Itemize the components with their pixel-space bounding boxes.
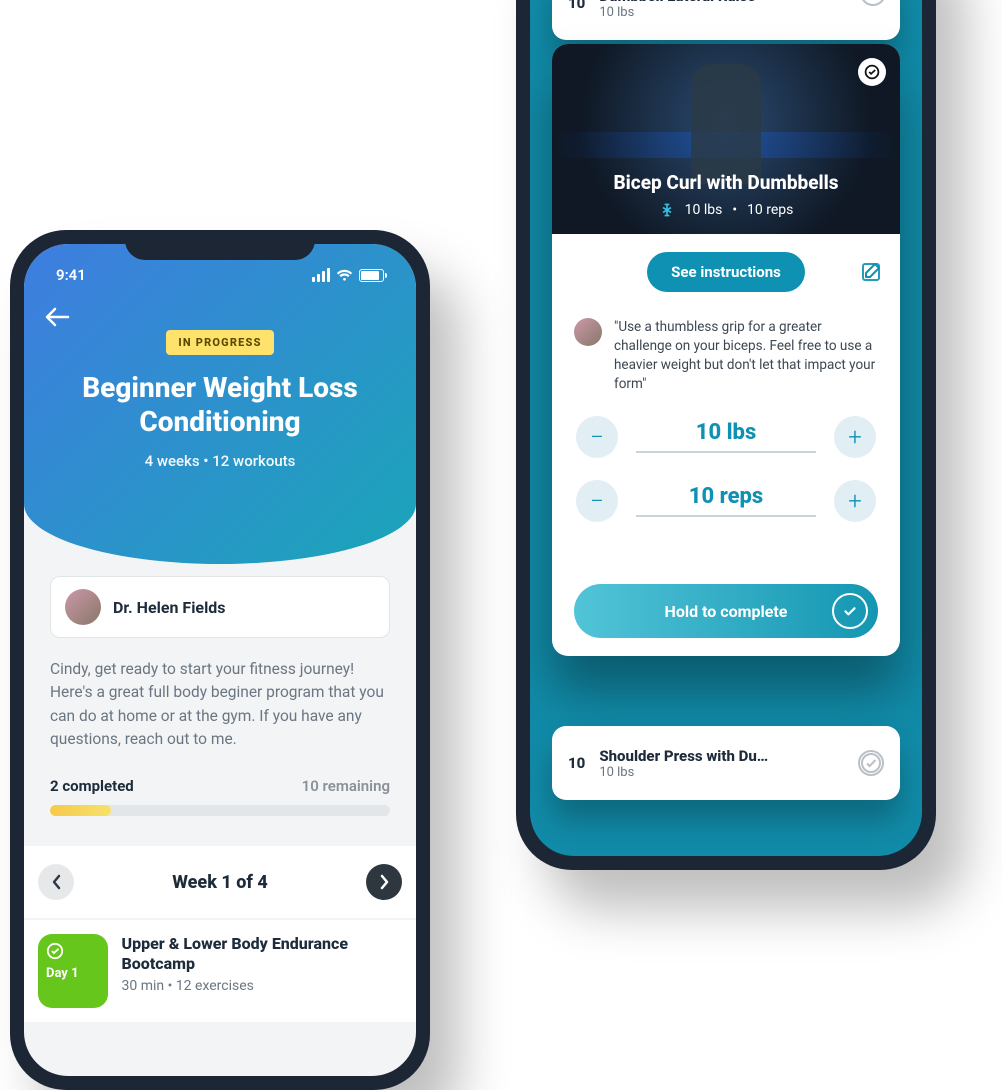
program-screen: 9:41 IN PROGRESS Beginner Weight Loss Co… [24, 244, 416, 1076]
progress-fill [50, 805, 111, 816]
wifi-icon [336, 269, 353, 282]
prev-sub: 10 lbs [599, 5, 755, 20]
weight-row: − 10 lbs + [576, 416, 876, 458]
instructions-button[interactable]: See instructions [647, 252, 805, 292]
exercise-screen: 10 Dumbbell Lateral Raise 10 lbs 04:18 E… [530, 0, 922, 856]
program-body: Dr. Helen Fields Cindy, get ready to sta… [24, 564, 416, 1042]
next-sub: 10 lbs [599, 765, 844, 780]
weight-minus-button[interactable]: − [576, 416, 618, 458]
week-label: Week 1 of 4 [172, 872, 268, 893]
week-next-button[interactable] [366, 864, 402, 900]
next-number: 10 [568, 754, 585, 772]
trainer-card[interactable]: Dr. Helen Fields [50, 576, 390, 638]
workout-meta: 30 min • 12 exercises [122, 978, 402, 994]
check-outline-icon [860, 752, 882, 774]
status-icons [312, 268, 384, 282]
workout-info: Upper & Lower Body Endurance Bootcamp 30… [122, 934, 402, 994]
status-time: 9:41 [56, 266, 86, 284]
progress-section: 2 completed 10 remaining [50, 777, 390, 816]
next-exercise-card[interactable]: 10 Shoulder Press with Du… 10 lbs [552, 726, 900, 800]
trainer-message: Cindy, get ready to start your fitness j… [50, 658, 390, 751]
tip-avatar [574, 318, 602, 346]
reps-minus-button[interactable]: − [576, 480, 618, 522]
edit-button[interactable] [860, 261, 882, 283]
week-prev-button[interactable] [38, 864, 74, 900]
back-button[interactable] [44, 306, 70, 328]
exercise-meta: 10 lbs • 10 reps [659, 202, 794, 218]
next-check [858, 750, 884, 776]
check-circle-icon [46, 942, 64, 960]
check-icon [864, 64, 880, 80]
day-badge: Day 1 [38, 934, 108, 1008]
workout-row[interactable]: Day 1 Upper & Lower Body Endurance Bootc… [24, 920, 416, 1022]
instructions-row: See instructions [552, 234, 900, 310]
remaining-label: 10 remaining [302, 777, 390, 795]
weight-plus-button[interactable]: + [834, 416, 876, 458]
chevron-right-icon [379, 874, 390, 890]
hold-label: Hold to complete [665, 602, 788, 621]
value-controls: − 10 lbs + − 10 reps + [552, 394, 900, 522]
next-name: Shoulder Press with Du… [599, 747, 844, 765]
prev-exercise-card[interactable]: 10 Dumbbell Lateral Raise 10 lbs [552, 0, 900, 40]
status-bar: 9:41 [44, 266, 396, 284]
prev-check [860, 0, 886, 6]
phone-right: 10 Dumbbell Lateral Raise 10 lbs 04:18 E… [516, 0, 936, 870]
exercise-card: Bicep Curl with Dumbbells 10 lbs • 10 re… [552, 44, 900, 656]
progress-bar [50, 805, 390, 816]
exercise-reps: 10 reps [747, 202, 793, 218]
exercise-weight: 10 lbs [685, 202, 723, 218]
trainer-tip: "Use a thumbless grip for a greater chal… [574, 318, 878, 394]
tip-text: "Use a thumbless grip for a greater chal… [614, 318, 878, 394]
program-hero: 9:41 IN PROGRESS Beginner Weight Loss Co… [24, 244, 416, 564]
chevron-left-icon [51, 874, 62, 890]
status-tag: IN PROGRESS [166, 330, 273, 355]
prev-number: 10 [568, 0, 585, 12]
battery-icon [359, 269, 384, 282]
edit-icon [860, 261, 882, 283]
exercise-name: Bicep Curl with Dumbbells [613, 171, 838, 194]
day-label: Day 1 [46, 966, 100, 981]
signal-icon [312, 268, 330, 282]
reps-value[interactable]: 10 reps [636, 484, 816, 517]
video-check [858, 58, 886, 86]
trainer-name: Dr. Helen Fields [113, 598, 226, 617]
weight-value[interactable]: 10 lbs [636, 420, 816, 453]
phone-left: 9:41 IN PROGRESS Beginner Weight Loss Co… [10, 230, 430, 1090]
weight-icon [659, 202, 675, 218]
week-navigator: Week 1 of 4 [24, 846, 416, 918]
reps-plus-button[interactable]: + [834, 480, 876, 522]
program-meta: 4 weeks • 12 workouts [44, 452, 396, 470]
phone-notch [125, 230, 315, 260]
arrow-left-icon [44, 306, 70, 328]
reps-row: − 10 reps + [576, 480, 876, 522]
hold-check-icon [832, 593, 868, 629]
workout-name: Upper & Lower Body Endurance Bootcamp [122, 934, 402, 974]
exercise-video[interactable]: Bicep Curl with Dumbbells 10 lbs • 10 re… [552, 44, 900, 234]
prev-name: Dumbbell Lateral Raise [599, 0, 755, 5]
program-title: Beginner Weight Loss Conditioning [44, 371, 396, 438]
completed-label: 2 completed [50, 777, 134, 795]
hold-to-complete-button[interactable]: Hold to complete [574, 584, 878, 638]
avatar [65, 589, 101, 625]
